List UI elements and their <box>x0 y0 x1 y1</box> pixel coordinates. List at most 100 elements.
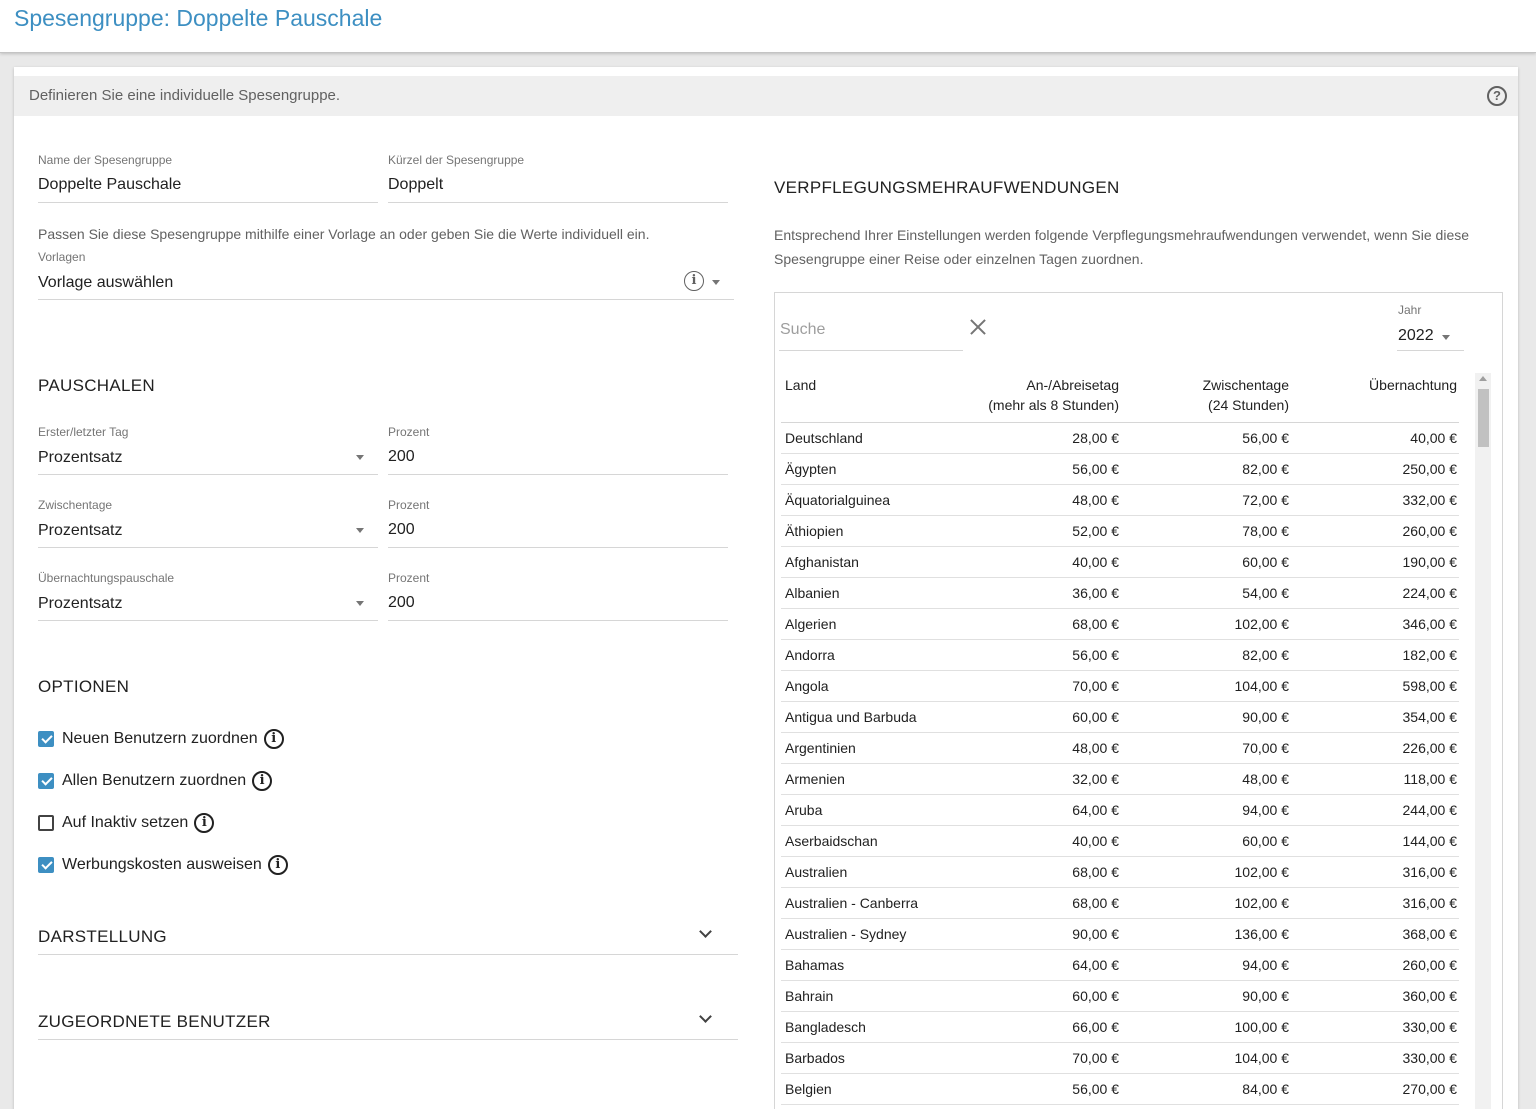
cell-arrival: 60,00 € <box>951 980 1121 1012</box>
table-scrollbar[interactable] <box>1475 373 1491 1109</box>
search-placeholder: Suche <box>780 321 826 338</box>
cell-night: 316,00 € <box>1291 856 1459 888</box>
option-all-users[interactable]: Allen Benutzern zuordnen i <box>38 769 273 793</box>
first-day-label: Erster/letzter Tag <box>38 425 129 439</box>
table-row: Äquatorialguinea 48,00 €72,00 €332,00 € <box>781 484 1459 516</box>
table-row: Angola 70,00 €104,00 €598,00 € <box>781 670 1459 702</box>
column-arrival-line2: (mehr als 8 Stunden) <box>988 397 1119 413</box>
overnight-percent-label: Prozent <box>388 571 430 585</box>
cell-arrival: 70,00 € <box>951 670 1121 702</box>
darstellung-heading: DARSTELLUNG <box>38 927 167 946</box>
chevron-down-icon <box>1442 335 1450 340</box>
middle-days-select[interactable]: Zwischentage Prozentsatz <box>38 498 378 548</box>
search-input[interactable]: Suche <box>779 305 963 351</box>
zugeordnete-expander[interactable]: ZUGEORDNETE BENUTZER <box>38 1002 738 1040</box>
scrollbar-thumb[interactable] <box>1478 389 1489 447</box>
template-note: Passen Sie diese Spesengruppe mithilfe e… <box>38 226 650 242</box>
cell-land: Aserbaidschan <box>781 825 951 857</box>
cell-land: Armenien <box>781 763 951 795</box>
checkbox-new-users[interactable] <box>38 731 54 747</box>
info-icon[interactable]: i <box>267 855 288 875</box>
checkbox-inactive[interactable] <box>38 815 54 831</box>
table-row: Albanien 36,00 €54,00 €224,00 € <box>781 577 1459 609</box>
table-row: Belgien 56,00 €84,00 €270,00 € <box>781 1073 1459 1105</box>
table-row: Barbados 70,00 €104,00 €330,00 € <box>781 1042 1459 1074</box>
cell-land: Aruba <box>781 794 951 826</box>
cell-middle: 90,00 € <box>1121 980 1291 1012</box>
cell-middle: 104,00 € <box>1121 670 1291 702</box>
cell-land: Argentinien <box>781 732 951 764</box>
zugeordnete-heading: ZUGEORDNETE BENUTZER <box>38 1012 271 1031</box>
cell-arrival: 48,00 € <box>951 484 1121 516</box>
cell-arrival: 56,00 € <box>951 639 1121 671</box>
cell-middle: 136,00 € <box>1121 918 1291 950</box>
cell-land: Bahrain <box>781 980 951 1012</box>
column-night-label: Übernachtung <box>1369 377 1457 393</box>
cell-arrival: 60,00 € <box>951 701 1121 733</box>
close-icon[interactable] <box>969 318 987 336</box>
option-expenses[interactable]: Werbungskosten ausweisen i <box>38 853 288 877</box>
cell-arrival: 48,00 € <box>951 732 1121 764</box>
short-field-value: Doppelt <box>388 176 444 193</box>
cell-arrival: 56,00 € <box>951 1073 1121 1105</box>
info-icon[interactable]: i <box>263 729 284 749</box>
cell-land: Andorra <box>781 639 951 671</box>
table-row: Ägypten 56,00 €82,00 €250,00 € <box>781 453 1459 485</box>
darstellung-expander[interactable]: DARSTELLUNG <box>38 917 738 955</box>
middle-days-value: Prozentsatz <box>38 522 123 539</box>
column-night[interactable]: Übernachtung <box>1291 369 1459 423</box>
cell-land: Algerien <box>781 608 951 640</box>
option-inactive[interactable]: Auf Inaktiv setzen i <box>38 811 215 835</box>
table-row: Aruba 64,00 €94,00 €244,00 € <box>781 794 1459 826</box>
column-land[interactable]: Land <box>781 369 951 423</box>
cell-middle: 82,00 € <box>1121 639 1291 671</box>
table-row: Australien 68,00 €102,00 €316,00 € <box>781 856 1459 888</box>
info-icon[interactable]: i <box>194 813 215 833</box>
cell-middle: 54,00 € <box>1121 577 1291 609</box>
help-icon[interactable]: ? <box>1487 86 1507 106</box>
cell-night: 316,00 € <box>1291 887 1459 919</box>
info-icon[interactable]: i <box>252 771 273 791</box>
info-icon[interactable]: i <box>684 271 704 291</box>
cell-arrival: 56,00 € <box>951 453 1121 485</box>
rates-table: Land An-/Abreisetag (mehr als 8 Stunden) … <box>781 369 1459 1105</box>
cell-middle: 72,00 € <box>1121 484 1291 516</box>
first-day-select[interactable]: Erster/letzter Tag Prozentsatz <box>38 425 378 475</box>
checkbox-all-users[interactable] <box>38 773 54 789</box>
option-new-users-label: Neuen Benutzern zuordnen <box>62 730 258 747</box>
short-field[interactable]: Kürzel der Spesengruppe Doppelt <box>388 153 728 203</box>
cell-land: Albanien <box>781 577 951 609</box>
cell-arrival: 64,00 € <box>951 794 1121 826</box>
cell-land: Antigua und Barbuda <box>781 701 951 733</box>
cell-arrival: 68,00 € <box>951 856 1121 888</box>
column-middle[interactable]: Zwischentage (24 Stunden) <box>1121 369 1291 423</box>
cell-middle: 60,00 € <box>1121 546 1291 578</box>
overnight-select[interactable]: Übernachtungspauschale Prozentsatz <box>38 571 378 621</box>
overnight-percent[interactable]: Prozent 200 <box>388 571 728 621</box>
cell-middle: 94,00 € <box>1121 794 1291 826</box>
cell-middle: 78,00 € <box>1121 515 1291 547</box>
checkbox-expenses[interactable] <box>38 857 54 873</box>
column-arrival[interactable]: An-/Abreisetag (mehr als 8 Stunden) <box>951 369 1121 423</box>
option-new-users[interactable]: Neuen Benutzern zuordnen i <box>38 727 284 751</box>
cell-night: 260,00 € <box>1291 949 1459 981</box>
option-all-users-label: Allen Benutzern zuordnen <box>62 772 247 789</box>
name-field[interactable]: Name der Spesengruppe Doppelte Pauschale <box>38 153 378 203</box>
cell-arrival: 66,00 € <box>951 1011 1121 1043</box>
first-day-percent-value: 200 <box>388 448 415 465</box>
middle-days-percent[interactable]: Prozent 200 <box>388 498 728 548</box>
template-select[interactable]: Vorlagen Vorlage auswählen i <box>38 250 734 300</box>
cell-night: 118,00 € <box>1291 763 1459 795</box>
cell-middle: 100,00 € <box>1121 1011 1291 1043</box>
scroll-up-icon[interactable] <box>1479 376 1487 381</box>
cell-land: Äquatorialguinea <box>781 484 951 516</box>
table-row: Bahamas 64,00 €94,00 €260,00 € <box>781 949 1459 981</box>
year-select[interactable]: Jahr 2022 <box>1397 301 1464 351</box>
cell-middle: 102,00 € <box>1121 887 1291 919</box>
table-header-row: Land An-/Abreisetag (mehr als 8 Stunden) … <box>781 369 1459 423</box>
cell-land: Angola <box>781 670 951 702</box>
cell-night: 40,00 € <box>1291 422 1459 454</box>
cell-middle: 82,00 € <box>1121 453 1291 485</box>
first-day-percent[interactable]: Prozent 200 <box>388 425 728 475</box>
rates-panel: Suche Jahr 2022 Land An-/Abreisetag (mehr… <box>774 292 1503 1109</box>
